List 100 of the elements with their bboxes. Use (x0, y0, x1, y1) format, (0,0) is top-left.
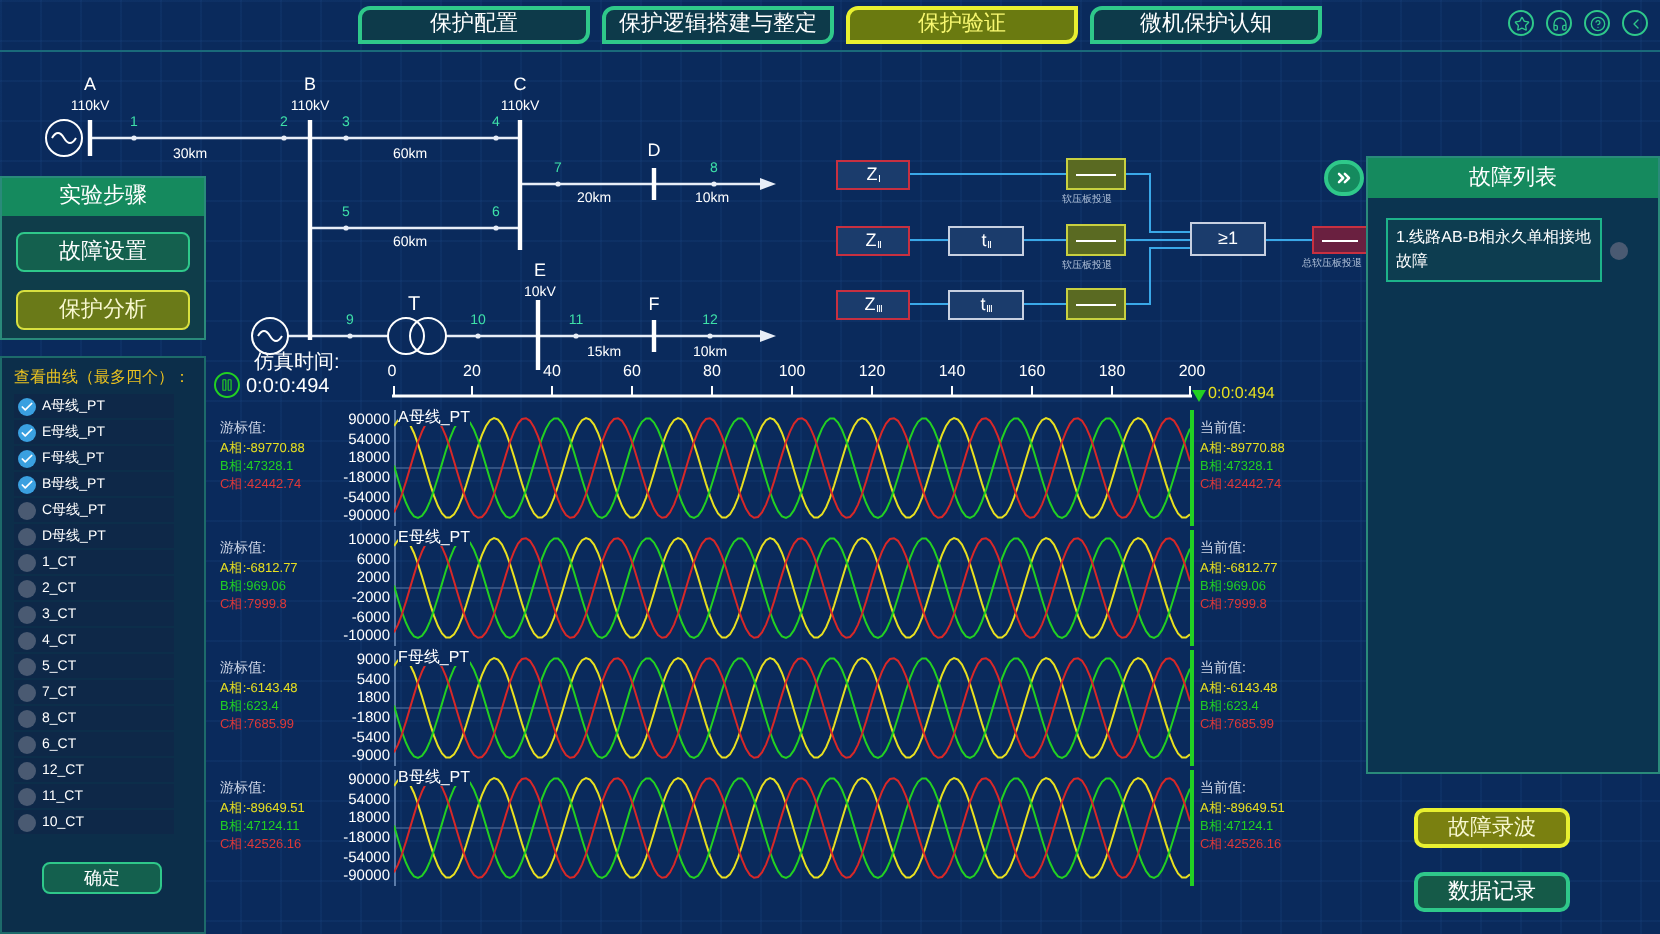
y-axis-line (394, 530, 396, 646)
confirm-button[interactable]: 确定 (42, 862, 162, 894)
checkbox[interactable] (18, 449, 36, 467)
plot-title: E母线_PT (398, 530, 471, 546)
checkbox[interactable] (18, 423, 36, 441)
connector-line (1265, 239, 1313, 241)
back-icon[interactable] (1622, 10, 1648, 36)
checkbox[interactable] (18, 683, 36, 701)
time-cursor-line (1190, 530, 1194, 646)
time-axis-tick-label: 180 (1098, 364, 1126, 380)
bus-label: E (534, 260, 546, 280)
checkbox[interactable] (18, 475, 36, 493)
time-axis-tick-label: 100 (778, 364, 806, 380)
plot-title: B母线_PT (398, 770, 471, 786)
node-dot (493, 225, 499, 231)
node-dot (347, 333, 353, 339)
checkbox[interactable] (18, 605, 36, 623)
nav-tab[interactable]: 保护验证 (846, 6, 1078, 44)
time-cursor-line (1190, 770, 1194, 886)
relay-block: Z$_{Ⅱ}$ (836, 226, 910, 256)
simulation-time-label: 仿真时间: (254, 354, 340, 374)
checkbox[interactable] (18, 735, 36, 753)
node-dot (343, 225, 349, 231)
checkbox[interactable] (18, 501, 36, 519)
time-axis-tick-label: 0 (387, 364, 397, 380)
plot-title: A母线_PT (398, 410, 471, 426)
bus-label: F (648, 294, 660, 314)
pause-icon[interactable] (214, 372, 240, 398)
bus-label: D (647, 140, 661, 160)
step-button[interactable]: 故障设置 (16, 232, 190, 272)
time-axis-tick-label: 120 (858, 364, 886, 380)
check-icon[interactable] (1610, 241, 1628, 259)
pressure-plate-switch[interactable] (1066, 158, 1126, 190)
checkbox[interactable] (18, 657, 36, 675)
checkbox[interactable] (18, 761, 36, 779)
checkbox[interactable] (18, 631, 36, 649)
generator-icon (45, 119, 83, 157)
nav-tab[interactable]: 微机保护认知 (1090, 6, 1322, 44)
time-cursor-line (1190, 650, 1194, 766)
power-line (288, 334, 388, 338)
pressure-plate-switch[interactable] (1066, 224, 1126, 256)
or-gate-block: ≥1 (1190, 222, 1266, 256)
simulation-time: 0:0:0:494 (246, 378, 330, 398)
step-button[interactable]: 保护分析 (16, 290, 190, 330)
node-dot (493, 135, 499, 141)
node-dot (131, 135, 137, 141)
node-dot (707, 333, 713, 339)
time-axis-tick-label: 20 (463, 364, 481, 380)
favorite-star-icon[interactable] (1508, 10, 1534, 36)
connector-line (1125, 173, 1191, 233)
checkbox[interactable] (18, 709, 36, 727)
checkbox[interactable] (18, 527, 36, 545)
checkbox[interactable] (18, 813, 36, 831)
transformer-icon (387, 317, 447, 355)
fault-item[interactable]: 1.线路AB-B相永久单相接地故障 (1386, 218, 1602, 282)
relay-block: Z$_{Ⅰ}$ (836, 160, 910, 190)
collapse-button[interactable] (1324, 160, 1364, 196)
time-cursor-line (1190, 410, 1194, 526)
timer-block: t$_{Ⅲ}$ (948, 290, 1024, 320)
action-button[interactable]: 故障录波 (1414, 808, 1570, 848)
node-dot (573, 333, 579, 339)
checkbox[interactable] (18, 579, 36, 597)
busbar (651, 168, 657, 200)
action-button[interactable]: 数据记录 (1414, 872, 1570, 912)
nav-tab[interactable]: 保护逻辑搭建与整定 (602, 6, 834, 44)
time-axis-tick-label: 200 (1178, 364, 1206, 380)
y-axis-line (394, 770, 396, 886)
y-axis-line (394, 410, 396, 526)
bus-label: C (513, 74, 527, 94)
time-cursor-marker-icon (1192, 390, 1206, 402)
bus-label: A (84, 74, 96, 94)
time-axis-tick-label: 140 (938, 364, 966, 380)
transformer-label: T (407, 294, 421, 316)
panel-title: 实验步骤 (2, 178, 204, 216)
checkbox[interactable] (18, 553, 36, 571)
busbar (535, 300, 541, 370)
connector-line (1023, 303, 1067, 305)
help-icon[interactable] (1584, 10, 1610, 36)
master-switch[interactable] (1312, 226, 1368, 254)
generator-icon (251, 317, 289, 355)
timer-block: t$_{Ⅱ}$ (948, 226, 1024, 256)
bus-label: B (304, 74, 316, 94)
connector-line (909, 239, 949, 241)
connector-line (909, 303, 949, 305)
time-axis-tick-label: 80 (703, 364, 721, 380)
relay-block: Z$_{Ⅲ}$ (836, 290, 910, 320)
node-dot (281, 135, 287, 141)
busbar (651, 320, 657, 352)
double-chevron-icon (1334, 168, 1354, 188)
checkbox[interactable] (18, 397, 36, 415)
node-dot (475, 333, 481, 339)
connector-line (1023, 239, 1067, 241)
nav-tab[interactable]: 保护配置 (358, 6, 590, 44)
plot-title: F母线_PT (398, 650, 470, 666)
connector-line (1125, 239, 1191, 241)
headphones-icon[interactable] (1546, 10, 1572, 36)
busbar (517, 120, 523, 250)
node-dot (711, 181, 717, 187)
pressure-plate-switch[interactable] (1066, 288, 1126, 320)
checkbox[interactable] (18, 787, 36, 805)
